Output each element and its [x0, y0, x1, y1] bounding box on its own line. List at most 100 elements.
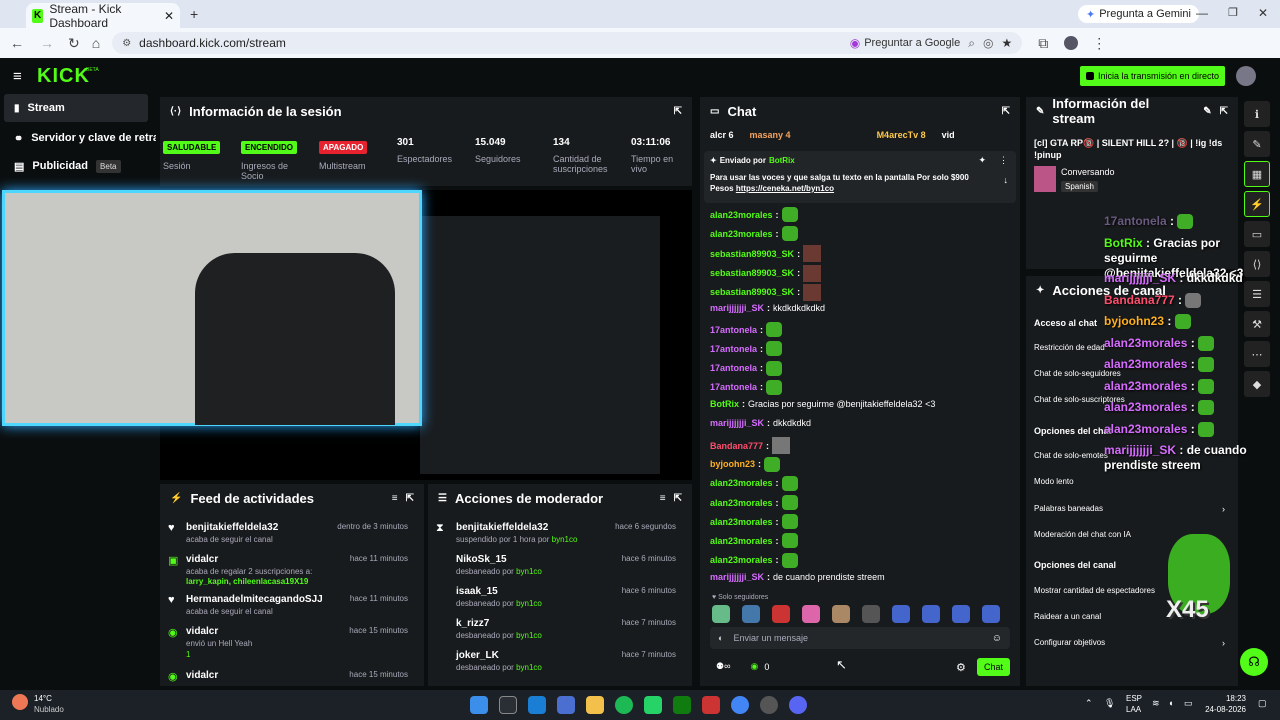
ask-google-button[interactable]: ◉ Preguntar a Google: [850, 36, 961, 50]
emote[interactable]: [982, 605, 1000, 623]
emote-image[interactable]: [781, 207, 798, 222]
users-icon[interactable]: ⚉∞: [716, 661, 730, 672]
chat-username[interactable]: alan23morales: [710, 498, 773, 508]
emote[interactable]: [772, 605, 790, 623]
gemini-button[interactable]: ✦ Pregunta a Gemini: [1078, 5, 1199, 23]
chat-username[interactable]: 17antonela: [710, 344, 757, 354]
wifi-icon[interactable]: ≋: [1152, 698, 1160, 709]
menu-icon[interactable]: ≡: [13, 68, 22, 85]
app-icon[interactable]: [702, 696, 720, 714]
emote-image[interactable]: [772, 437, 791, 455]
explorer-icon[interactable]: [586, 696, 604, 714]
bolt-icon[interactable]: ⚡: [1244, 191, 1270, 217]
feed-user[interactable]: vidalcr: [186, 670, 218, 681]
pinned-link[interactable]: https://ceneka.net/byn1co: [736, 184, 834, 193]
send-chat-button[interactable]: Chat: [977, 658, 1010, 676]
support-headset-icon[interactable]: ☊: [1240, 648, 1268, 676]
chat-username[interactable]: alan23morales: [710, 229, 773, 239]
chrome-icon[interactable]: [731, 696, 749, 714]
emotes-only-item[interactable]: Chat de solo-emotes: [1034, 451, 1108, 460]
panel-icon[interactable]: ▦: [1244, 161, 1270, 187]
diamond-icon[interactable]: ◆: [1244, 371, 1270, 397]
emote-image[interactable]: [781, 226, 798, 242]
close-tab-icon[interactable]: ✕: [164, 9, 174, 23]
chat-username[interactable]: alan23morales: [710, 536, 773, 546]
code-icon[interactable]: ⟨⟩: [1244, 251, 1270, 277]
chat-username[interactable]: 17antonela: [710, 363, 757, 373]
volume-icon[interactable]: ◖: [1168, 698, 1173, 708]
notification-icon[interactable]: ▢: [1258, 698, 1267, 709]
whatsapp-icon[interactable]: [644, 696, 662, 714]
emote-image[interactable]: [803, 245, 822, 263]
emote-image[interactable]: [766, 379, 783, 395]
emote[interactable]: [832, 605, 850, 623]
chat-username[interactable]: BotRix: [710, 399, 739, 409]
emote[interactable]: [952, 605, 970, 623]
category-name[interactable]: Conversando: [1061, 167, 1115, 177]
eye-off-icon[interactable]: ◎: [983, 36, 993, 50]
emote-image[interactable]: [803, 283, 822, 301]
bookmark-star-icon[interactable]: ★: [1001, 36, 1012, 50]
mod-by[interactable]: byn1co: [516, 663, 542, 672]
chat-username[interactable]: 17antonela: [710, 325, 757, 335]
info-icon[interactable]: ℹ: [1244, 101, 1270, 127]
discord-icon[interactable]: [789, 696, 807, 714]
emote[interactable]: [892, 605, 910, 623]
new-tab-icon[interactable]: +: [190, 6, 198, 22]
chat-panel-icon[interactable]: ▭: [1244, 221, 1270, 247]
tray-chevron-icon[interactable]: ⌃: [1085, 698, 1093, 709]
sidebar-item-stream[interactable]: ▮ Stream: [4, 94, 148, 122]
emote[interactable]: [862, 605, 880, 623]
popout-icon[interactable]: ⇱: [1220, 106, 1228, 117]
mod-user[interactable]: joker_LK: [456, 650, 499, 661]
popout-icon[interactable]: ⇱: [1002, 106, 1010, 117]
chat-username[interactable]: marijjjjjji_SK: [710, 572, 764, 582]
mod-user[interactable]: k_rizz7: [456, 618, 489, 629]
expand-icon[interactable]: ↓: [1004, 175, 1009, 185]
top-user[interactable]: M4arecTv 8: [877, 130, 926, 140]
ai-moderation-item[interactable]: Moderación del chat con IA: [1034, 530, 1131, 539]
emote-image[interactable]: [766, 322, 783, 338]
edit-stream-icon[interactable]: ✎: [1203, 106, 1211, 117]
language-indicator[interactable]: ESP: [1126, 694, 1142, 703]
banned-words-item[interactable]: Palabras baneadas: [1034, 504, 1103, 513]
mod-by[interactable]: byn1co: [516, 631, 542, 640]
sidebar-item-server[interactable]: ⚭ Servidor y clave de retran: [4, 124, 156, 152]
unpin-icon[interactable]: ✦: [978, 155, 986, 166]
pencil-icon[interactable]: ✎: [1244, 131, 1270, 157]
clock-time[interactable]: 18:23: [1206, 694, 1246, 703]
weather-temp[interactable]: 14°C: [34, 694, 52, 703]
zoom-icon[interactable]: ⌕: [968, 36, 975, 51]
edge-icon[interactable]: [528, 696, 546, 714]
forward-icon[interactable]: →: [40, 35, 54, 51]
chat-settings-icon[interactable]: ⚙: [956, 661, 966, 674]
feed-user[interactable]: vidalcr: [186, 626, 218, 637]
search-icon[interactable]: [499, 696, 517, 714]
feed-user[interactable]: vidalcr: [186, 554, 218, 565]
sidebar-item-ads[interactable]: ▤ Publicidad Beta: [4, 152, 148, 180]
site-info-icon[interactable]: ⚙: [122, 38, 131, 49]
close-window-icon[interactable]: ✕: [1258, 6, 1268, 20]
maximize-icon[interactable]: ❐: [1228, 6, 1238, 19]
chat-username[interactable]: Bandana777: [710, 441, 763, 451]
share-icon[interactable]: ⋯: [1244, 341, 1270, 367]
popout-icon[interactable]: ⇱: [406, 493, 414, 504]
pinned-user[interactable]: BotRix: [769, 156, 795, 165]
kick-logo[interactable]: KICK: [37, 65, 90, 88]
browser-menu-icon[interactable]: ⋮: [1092, 35, 1106, 52]
emote[interactable]: [712, 605, 730, 623]
chat-username[interactable]: alan23morales: [710, 210, 773, 220]
show-viewers-item[interactable]: Mostrar cantidad de espectadores: [1034, 586, 1155, 595]
top-user[interactable]: vid: [942, 130, 955, 140]
chat-input[interactable]: ◐ Enviar un mensaje ☺: [710, 627, 1010, 649]
mod-user[interactable]: NikoSk_15: [456, 554, 507, 565]
filter-icon[interactable]: ≡: [392, 493, 398, 504]
xbox-icon[interactable]: [673, 696, 691, 714]
feed-user[interactable]: HermanadelmitecagandoSJJ: [186, 594, 323, 605]
emote[interactable]: [802, 605, 820, 623]
emote-image[interactable]: [781, 552, 798, 568]
feed-user[interactable]: benjitakieffeldela32: [186, 522, 278, 533]
emote-image[interactable]: [766, 341, 783, 357]
extensions-icon[interactable]: ⧉: [1038, 35, 1048, 52]
mod-by[interactable]: byn1co: [516, 599, 542, 608]
